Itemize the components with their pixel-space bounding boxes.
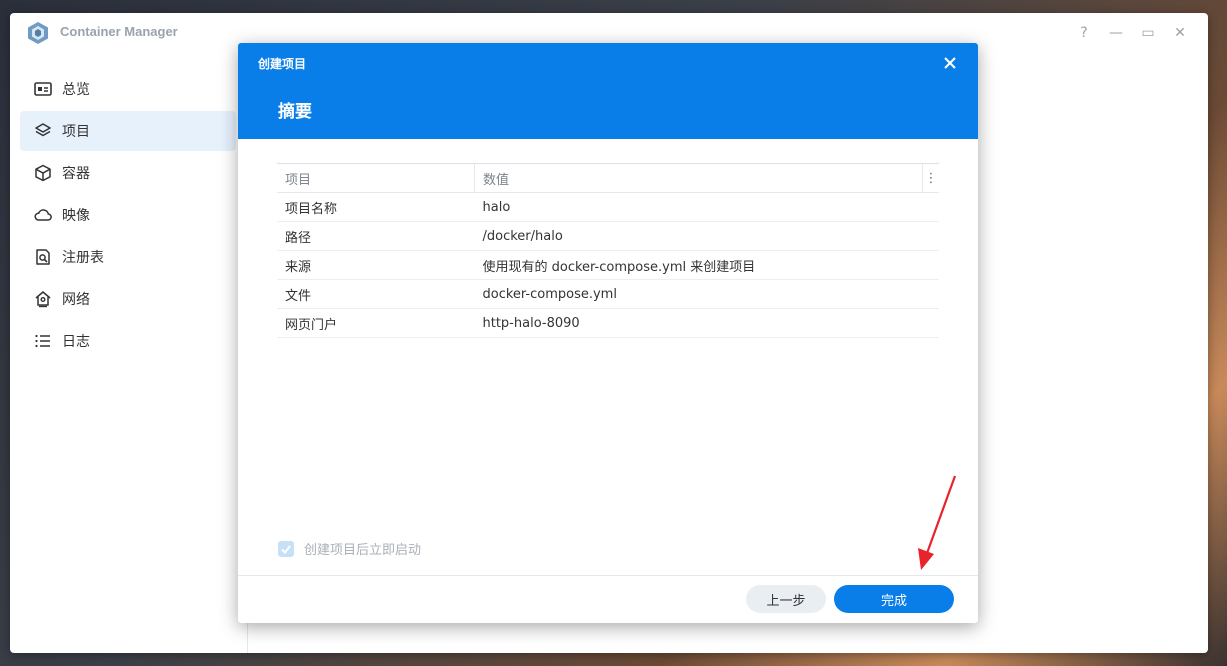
sidebar-item-label: 日志 — [62, 334, 90, 350]
back-button[interactable]: 上一步 — [746, 585, 826, 613]
sidebar-item-label: 总览 — [62, 82, 90, 98]
sidebar-item-label: 容器 — [62, 166, 90, 182]
sidebar-item-logs[interactable]: 日志 — [20, 321, 236, 361]
finish-button[interactable]: 完成 — [834, 585, 954, 613]
layers-icon — [35, 123, 51, 137]
sidebar: 总览 项目 容器 映像 注册表 网络 日志 — [10, 53, 247, 653]
column-header-item[interactable]: 项目 — [277, 163, 475, 193]
table-cell: halo — [474, 192, 939, 222]
container-manager-logo-icon — [28, 22, 48, 44]
autostart-option: 创建项目后立即启动 — [278, 539, 421, 558]
table-cell: 路径 — [277, 221, 475, 251]
dialog-header: 创建项目 摘要 — [238, 43, 978, 139]
autostart-checkbox[interactable] — [278, 540, 294, 557]
sidebar-item-containers[interactable]: 容器 — [20, 153, 236, 193]
sidebar-item-images[interactable]: 映像 — [20, 195, 236, 235]
table-row: 文件 docker-compose.yml — [277, 279, 939, 309]
window-close-icon[interactable]: ✕ — [1170, 23, 1190, 43]
cloud-icon — [34, 209, 52, 221]
list-icon — [35, 334, 50, 348]
network-home-icon — [35, 291, 51, 308]
app-title: Container Manager — [60, 24, 178, 39]
dialog-subtitle: 摘要 — [278, 102, 312, 122]
sidebar-item-network[interactable]: 网络 — [20, 279, 236, 319]
checkmark-icon — [281, 544, 291, 554]
table-row: 来源 使用现有的 docker-compose.yml 来创建项目 — [277, 250, 939, 280]
create-project-dialog: 创建项目 摘要 项目 数值 ⋮ 项目名称 halo 路径 /docker/hal… — [238, 43, 978, 623]
table-cell: docker-compose.yml — [474, 279, 939, 309]
sidebar-item-label: 注册表 — [62, 250, 104, 266]
table-header-row: 项目 数值 ⋮ — [277, 163, 939, 193]
sidebar-item-overview[interactable]: 总览 — [20, 69, 236, 109]
help-icon[interactable]: ? — [1074, 23, 1094, 43]
column-menu-icon[interactable]: ⋮ — [922, 163, 939, 193]
table-cell: 来源 — [277, 250, 475, 280]
footer-divider — [238, 575, 978, 576]
sidebar-item-label: 网络 — [62, 292, 90, 308]
sidebar-item-projects[interactable]: 项目 — [20, 111, 236, 151]
close-icon[interactable] — [940, 53, 960, 73]
maximize-icon[interactable]: ▭ — [1138, 23, 1158, 43]
table-cell: 项目名称 — [277, 192, 475, 222]
table-cell: http-halo-8090 — [474, 308, 939, 338]
dialog-title: 创建项目 — [258, 57, 307, 71]
sidebar-item-label: 项目 — [62, 124, 90, 140]
cube-icon — [35, 164, 51, 182]
table-cell: /docker/halo — [474, 221, 939, 251]
summary-table: 项目 数值 ⋮ 项目名称 halo 路径 /docker/halo 来源 使用现… — [277, 163, 939, 338]
table-row: 网页门户 http-halo-8090 — [277, 308, 939, 338]
sidebar-item-registry[interactable]: 注册表 — [20, 237, 236, 277]
table-cell: 使用现有的 docker-compose.yml 来创建项目 — [474, 250, 939, 280]
column-header-value[interactable]: 数值 — [474, 163, 923, 193]
table-row: 项目名称 halo — [277, 192, 939, 222]
table-cell: 文件 — [277, 279, 475, 309]
registry-search-icon — [36, 249, 50, 265]
table-cell: 网页门户 — [277, 308, 475, 338]
table-row: 路径 /docker/halo — [277, 221, 939, 251]
sidebar-item-label: 映像 — [62, 208, 90, 224]
autostart-label: 创建项目后立即启动 — [304, 543, 422, 558]
overview-icon — [34, 82, 52, 96]
minimize-icon[interactable]: — — [1106, 23, 1126, 43]
